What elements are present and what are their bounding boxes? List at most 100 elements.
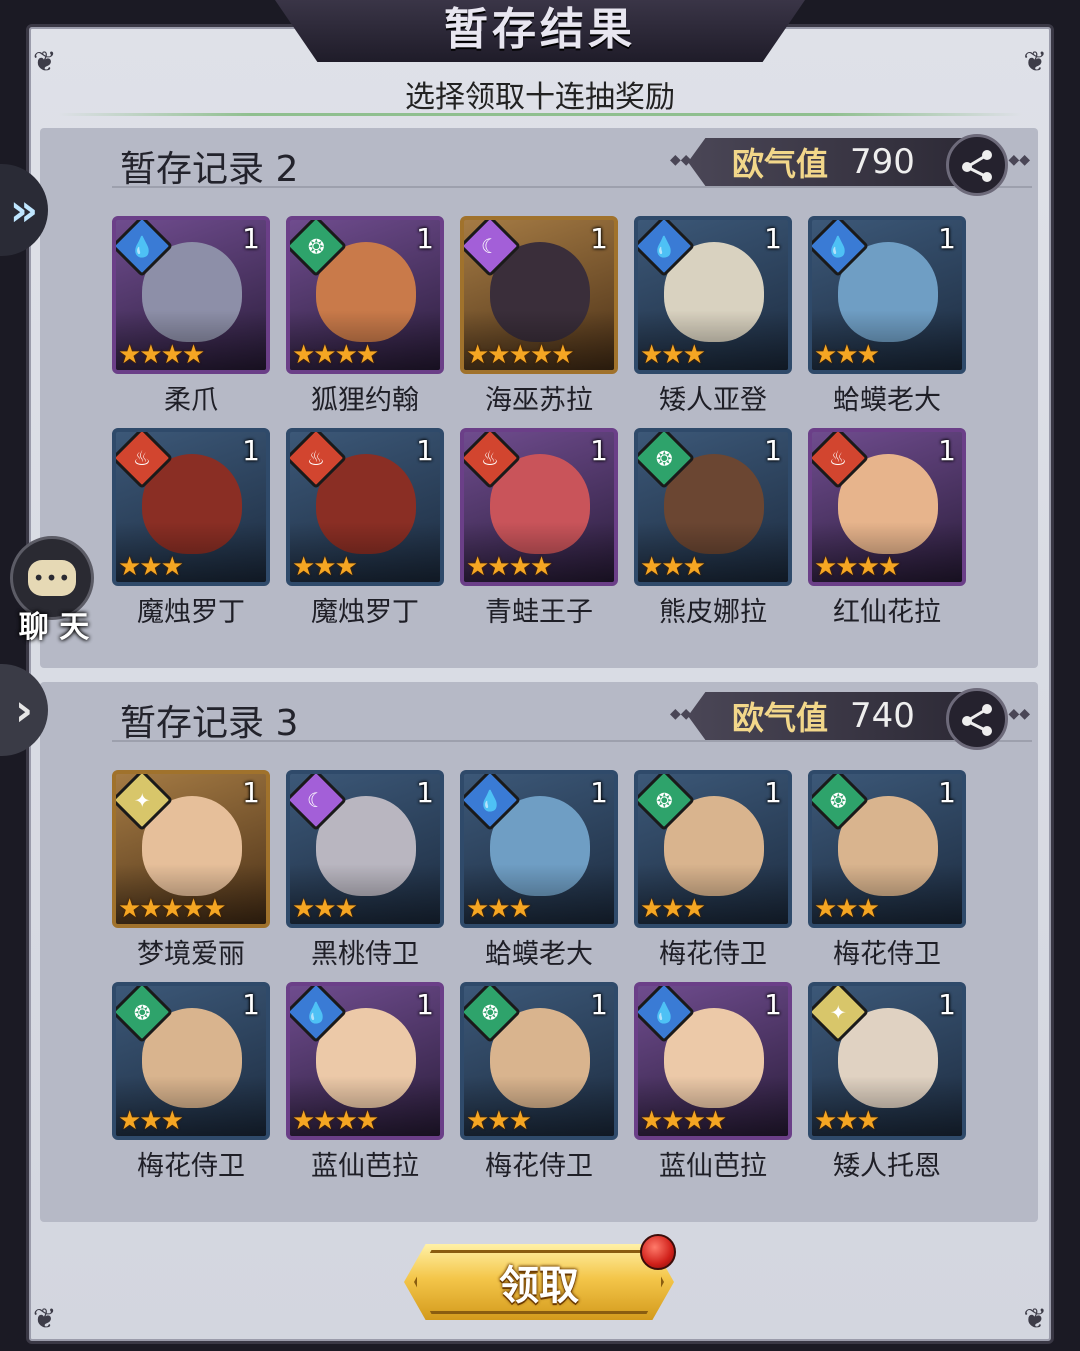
hero-card[interactable]: ♨ 1 ★★★★ 青蛙王子 [460,428,618,636]
hero-count: 1 [764,434,782,467]
chat-button[interactable]: ••• 聊 天 [6,536,98,645]
hero-card[interactable]: ✦ 1 ★★★★★ 梦境爱丽 [112,770,270,978]
hero-card[interactable]: 💧 1 ★★★ 矮人亚登 [634,216,792,424]
hero-name: 熊皮娜拉 [659,597,767,628]
share-icon [962,704,992,736]
hero-name: 柔爪 [164,385,218,416]
hero-count: 1 [416,222,434,255]
star-rating: ★★★ [814,1106,880,1136]
hero-count: 1 [416,434,434,467]
star-rating: ★★★ [118,1106,184,1136]
hero-portrait: ❂ 1 ★★★ [634,428,792,586]
star-rating: ★★★ [292,894,358,924]
hero-name: 魔烛罗丁 [311,597,419,628]
hero-name: 蓝仙芭拉 [659,1151,767,1182]
hero-portrait: ❂ 1 ★★★ [808,770,966,928]
hero-count: 1 [764,222,782,255]
double-chevron-right-icon: » [9,184,39,236]
hero-count: 1 [764,988,782,1021]
hero-portrait: 💧 1 ★★★ [634,216,792,374]
hero-portrait: ❂ 1 ★★★★ [286,216,444,374]
hero-count: 1 [590,222,608,255]
share-button[interactable] [946,688,1008,750]
hero-card[interactable]: ❂ 1 ★★★ 梅花侍卫 [634,770,792,978]
claim-button[interactable]: 领取 [404,1244,674,1320]
hero-name: 黑桃侍卫 [311,939,419,970]
hero-count: 1 [416,776,434,809]
hero-card[interactable]: ❂ 1 ★★★★ 狐狸约翰 [286,216,444,424]
hero-name: 矮人亚登 [659,385,767,416]
hero-card[interactable]: ♨ 1 ★★★ 魔烛罗丁 [112,428,270,636]
hero-name: 魔烛罗丁 [137,597,245,628]
hero-count: 1 [242,988,260,1021]
diamond-ornament-icon: ◆◆ [1008,706,1030,722]
divider [58,113,1022,116]
hero-name: 梅花侍卫 [659,939,767,970]
share-icon [962,150,992,182]
hero-count: 1 [590,434,608,467]
hero-name: 梅花侍卫 [485,1151,593,1182]
star-rating: ★★★★ [292,340,379,370]
hero-count: 1 [242,222,260,255]
hero-name: 梅花侍卫 [833,939,941,970]
hero-portrait: 💧 1 ★★★★ [286,982,444,1140]
hero-count: 1 [242,776,260,809]
hero-card[interactable]: ❂ 1 ★★★ 梅花侍卫 [112,982,270,1190]
hero-portrait: ✦ 1 ★★★★★ [112,770,270,928]
hero-count: 1 [938,434,956,467]
hero-card[interactable]: 💧 1 ★★★ 蛤蟆老大 [808,216,966,424]
star-rating: ★★★ [640,340,706,370]
hero-card[interactable]: ☾ 1 ★★★ 黑桃侍卫 [286,770,444,978]
star-rating: ★★★★ [814,552,901,582]
star-rating: ★★★★ [118,340,205,370]
hero-portrait: ❂ 1 ★★★ [634,770,792,928]
hero-name: 矮人托恩 [833,1151,941,1182]
hero-count: 1 [938,222,956,255]
hero-portrait: ☾ 1 ★★★★★ [460,216,618,374]
hero-card[interactable]: ❂ 1 ★★★ 梅花侍卫 [460,982,618,1190]
record-card[interactable]: 暂存记录 3 欧气值 740 ◆◆ ◆◆ ✦ 1 ★★★★★ 梦境爱丽 ☾ 1 ★★★ 黑桃侍… [40,682,1038,1222]
star-rating: ★★★ [466,894,532,924]
share-button[interactable] [946,134,1008,196]
star-rating: ★★★★ [292,1106,379,1136]
luck-value: 740 [850,696,915,736]
hero-card[interactable]: ♨ 1 ★★★ 魔烛罗丁 [286,428,444,636]
notification-dot [640,1234,676,1270]
hero-card[interactable]: ❂ 1 ★★★ 梅花侍卫 [808,770,966,978]
luck-value-badge: 欧气值 740 [688,692,978,740]
hero-card[interactable]: 💧 1 ★★★★ 蓝仙芭拉 [286,982,444,1190]
hero-card[interactable]: ❂ 1 ★★★ 熊皮娜拉 [634,428,792,636]
hero-count: 1 [590,988,608,1021]
hero-card[interactable]: ☾ 1 ★★★★★ 海巫苏拉 [460,216,618,424]
hero-portrait: ♨ 1 ★★★ [112,428,270,586]
hero-portrait: ❂ 1 ★★★ [460,982,618,1140]
luck-value: 790 [850,142,915,182]
hero-card[interactable]: 💧 1 ★★★★ 柔爪 [112,216,270,424]
hero-portrait: ❂ 1 ★★★ [112,982,270,1140]
hero-card[interactable]: ♨ 1 ★★★★ 红仙花拉 [808,428,966,636]
hero-card[interactable]: 💧 1 ★★★★ 蓝仙芭拉 [634,982,792,1190]
chat-label: 聊 天 [18,610,90,645]
hero-card[interactable]: ✦ 1 ★★★ 矮人托恩 [808,982,966,1190]
corner-ornament-icon: ❦ [1023,1302,1047,1335]
diamond-ornament-icon: ◆◆ [670,706,692,722]
chevron-right-icon: › [14,684,34,736]
record-card[interactable]: 暂存记录 2 欧气值 790 ◆◆ ◆◆ 💧 1 ★★★★ 柔爪 ❂ 1 ★★★★ 狐狸约翰 ☾… [40,128,1038,668]
title-banner: 暂存结果 [275,0,805,62]
star-rating: ★★★★★ [118,894,227,924]
hero-portrait: 💧 1 ★★★★ [112,216,270,374]
hero-portrait: 💧 1 ★★★★ [634,982,792,1140]
hero-name: 梦境爱丽 [137,939,245,970]
star-rating: ★★★ [640,552,706,582]
hero-count: 1 [938,988,956,1021]
hero-card[interactable]: 💧 1 ★★★ 蛤蟆老大 [460,770,618,978]
hero-portrait: ♨ 1 ★★★★ [808,428,966,586]
hero-grid: 💧 1 ★★★★ 柔爪 ❂ 1 ★★★★ 狐狸约翰 ☾ 1 ★★★★★ 海巫苏拉 💧 1 ★★★ 矮人亚登 💧 1… [112,216,966,636]
record-header: 暂存记录 3 欧气值 740 ◆◆ ◆◆ [40,682,1038,750]
hero-name: 海巫苏拉 [485,385,593,416]
star-rating: ★★★★★ [466,340,575,370]
star-rating: ★★★ [814,894,880,924]
hero-portrait: ☾ 1 ★★★ [286,770,444,928]
star-rating: ★★★★ [466,552,553,582]
record-title: 暂存记录 3 [120,703,299,744]
